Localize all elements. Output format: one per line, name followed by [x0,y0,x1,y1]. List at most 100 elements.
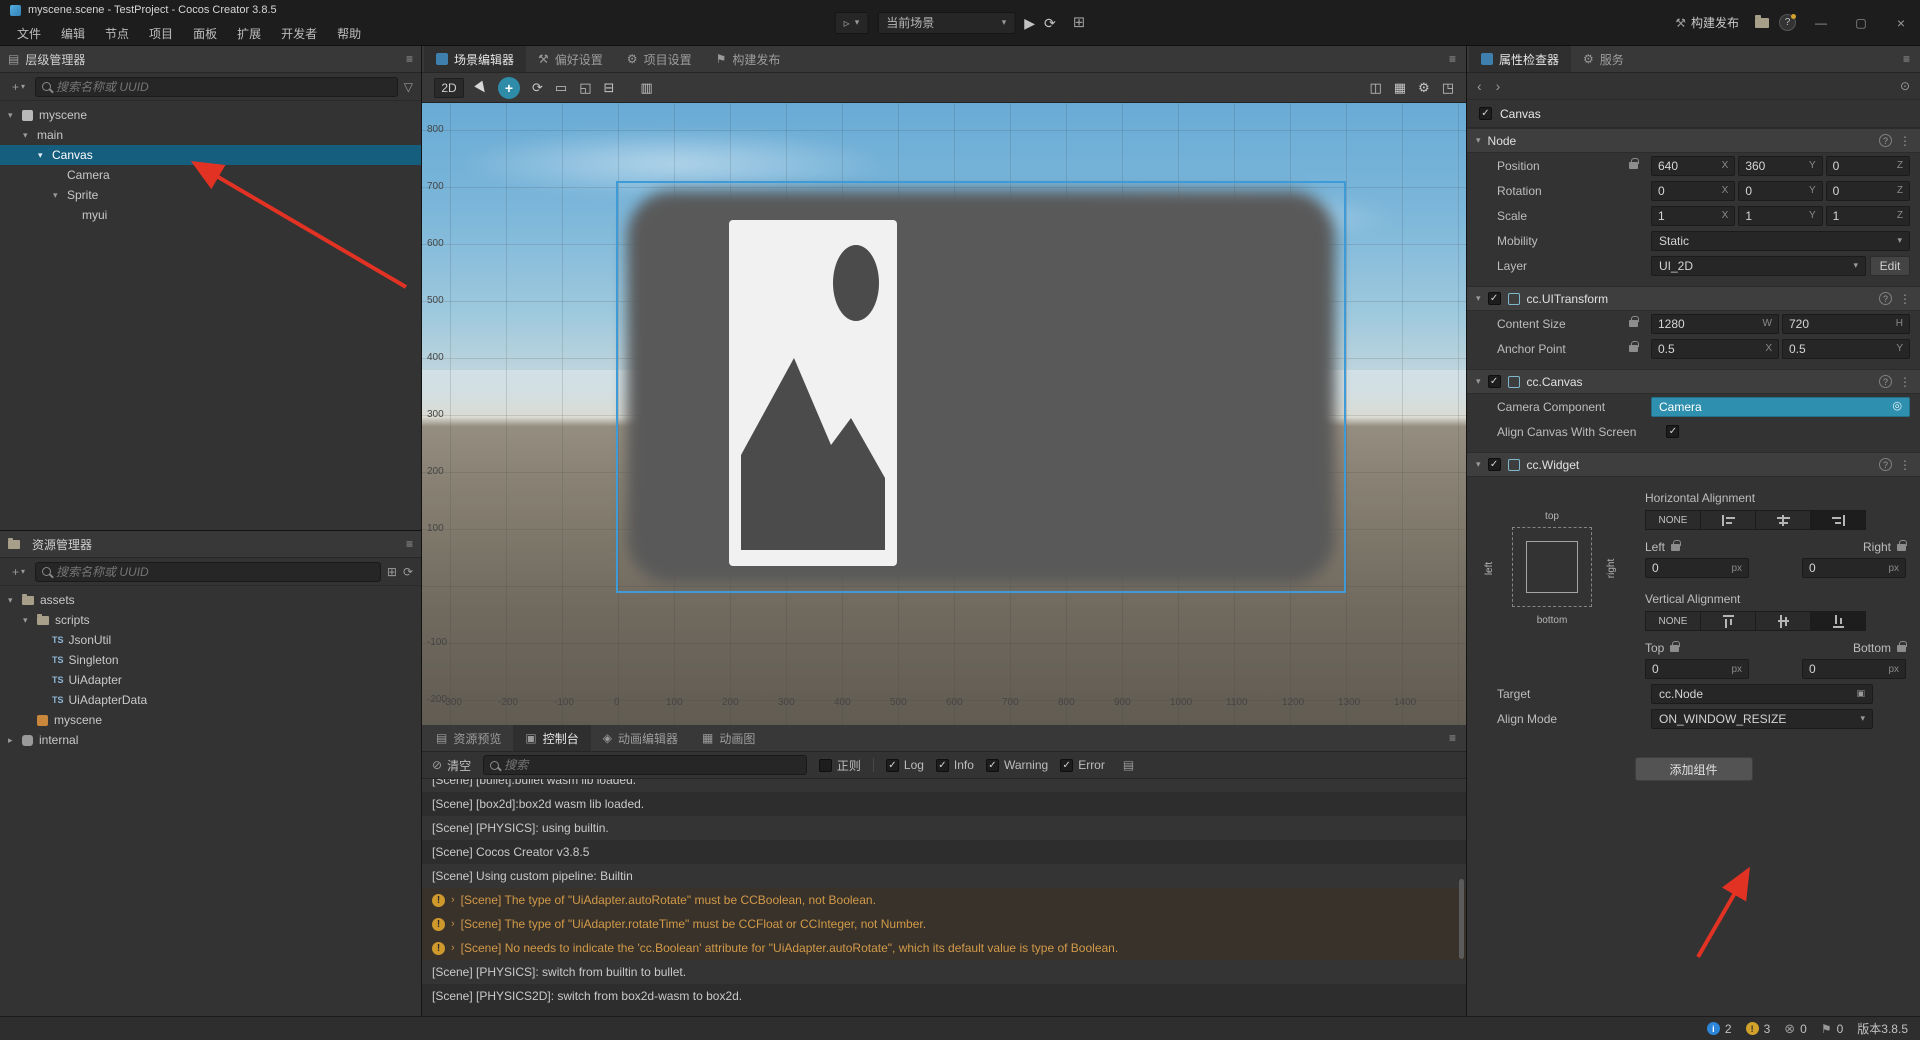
position-x-field[interactable]: 640 X [1651,155,1736,176]
content-height-field[interactable]: 720 H [1782,313,1910,334]
assets-search-input[interactable] [56,564,374,579]
widget-section-header[interactable]: cc.Widget [1467,452,1920,477]
console-scrollbar[interactable] [1459,879,1464,959]
gizmo-mode-icon[interactable] [640,81,652,94]
lock-icon[interactable] [1629,316,1639,327]
2d-toggle-button[interactable]: 2D [434,77,464,98]
tab-build-publish[interactable]: 构建发布 [704,46,793,72]
halign-left-button[interactable] [1700,510,1756,530]
layer-edit-button[interactable]: Edit [1870,255,1910,276]
reload-button[interactable] [1044,16,1056,30]
minimize-button[interactable] [1806,10,1836,36]
tab-preferences[interactable]: 偏好设置 [526,46,615,72]
scene-viewport[interactable]: 800 700 600 500 400 300 200 100 -100 -20… [422,103,1466,725]
node-section-header[interactable]: Node [1467,128,1920,153]
lock-icon[interactable] [1670,640,1680,652]
tab-animation-editor[interactable]: 动画编辑器 [591,725,690,751]
lock-icon[interactable] [1629,341,1639,352]
log-row[interactable]: [Scene] [PHYSICS]: using builtin. [422,816,1466,840]
align-mode-select[interactable]: ON_WINDOW_RESIZE [1651,708,1873,729]
log-row[interactable]: [Scene] Cocos Creator v3.8.5 [422,840,1466,864]
lock-icon[interactable] [1671,539,1681,551]
log-row[interactable]: [Scene] [bullet]:bullet wasm lib loaded. [422,779,1466,792]
lock-icon[interactable] [1897,539,1907,551]
scale-z-field[interactable]: 1Z [1825,205,1910,226]
hierarchy-filter-icon[interactable] [404,81,413,93]
caret-right-icon[interactable] [8,735,22,746]
menu-developer[interactable]: 开发者 [272,22,326,45]
snap-tool-icon[interactable] [604,81,615,94]
caret-down-icon[interactable] [23,130,37,141]
anchor-x-field[interactable]: 0.5 X [1651,338,1779,359]
kebab-menu-icon[interactable] [1899,459,1911,471]
pin-icon[interactable] [1900,80,1910,92]
tab-service[interactable]: 服务 [1571,46,1636,72]
rotation-z-field[interactable]: 0Z [1825,180,1910,201]
filter-log-checkbox[interactable]: Log [885,758,924,772]
hierarchy-node-camera[interactable]: Camera [0,165,421,185]
kebab-menu-icon[interactable] [1899,135,1911,147]
console-logs[interactable]: [Scene] [bullet]:bullet wasm lib loaded.… [422,779,1466,1016]
tab-console[interactable]: 控制台 [513,725,591,751]
scale-x-field[interactable]: 1X [1651,205,1736,226]
asset-uiadapterdata[interactable]: TS UiAdapterData [0,690,421,710]
lock-icon[interactable] [1629,158,1639,169]
expand-caret-icon[interactable] [451,888,455,912]
status-notification-item[interactable]: 0 [1821,1022,1844,1036]
menu-project[interactable]: 项目 [140,22,182,45]
caret-down-icon[interactable] [1476,460,1481,469]
add-node-button[interactable] [8,79,29,95]
scale-y-field[interactable]: 1Y [1738,205,1823,226]
caret-down-icon[interactable] [1476,294,1481,303]
menu-edit[interactable]: 编辑 [52,22,94,45]
status-warning-item[interactable]: ! 3 [1745,1022,1770,1036]
node-active-checkbox[interactable] [1479,107,1492,120]
menu-node[interactable]: 节点 [96,22,138,45]
widget-right-field[interactable]: 0 px [1802,558,1906,578]
rotation-y-field[interactable]: 0Y [1738,180,1823,201]
help-icon[interactable] [1879,375,1892,388]
fullscreen-icon[interactable] [1442,81,1454,94]
add-component-button[interactable]: 添加组件 [1634,757,1753,781]
caret-down-icon[interactable] [53,190,67,201]
scene-settings-icon[interactable] [1418,81,1430,94]
status-info-item[interactable]: i 2 [1706,1022,1732,1036]
caret-down-icon[interactable] [8,110,22,121]
log-row-warning[interactable]: [Scene] No needs to indicate the 'cc.Boo… [422,936,1466,960]
clear-console-button[interactable]: 清空 [432,757,471,774]
scale-tool-icon[interactable] [579,81,591,94]
filter-warning-checkbox[interactable]: Warning [985,758,1048,772]
lock-icon[interactable] [1897,640,1907,652]
select-tool-icon[interactable] [476,81,486,95]
asset-jsonutil[interactable]: TS JsonUtil [0,630,421,650]
rotation-x-field[interactable]: 0X [1651,180,1736,201]
kebab-menu-icon[interactable] [1899,376,1911,388]
asset-folder-assets[interactable]: assets [0,590,421,610]
valign-bottom-button[interactable] [1810,611,1866,631]
tab-project-settings[interactable]: 项目设置 [615,46,704,72]
mobility-select[interactable]: Static [1651,230,1910,251]
hierarchy-node-canvas[interactable]: Canvas [0,145,421,165]
add-asset-button[interactable] [8,564,29,580]
layout-button[interactable] [1073,15,1086,30]
help-icon[interactable] [1879,134,1892,147]
component-enabled-checkbox[interactable] [1487,375,1501,388]
scene-tabbar-menu-icon[interactable] [1449,53,1456,65]
layer-select[interactable]: UI_2D [1651,255,1866,276]
canvas-section-header[interactable]: cc.Canvas [1467,369,1920,394]
log-row[interactable]: [Scene] [PHYSICS]: switch from builtin t… [422,960,1466,984]
widget-top-field[interactable]: 0 px [1645,659,1749,679]
valign-middle-button[interactable] [1755,611,1811,631]
halign-center-button[interactable] [1755,510,1811,530]
hierarchy-node-sprite[interactable]: Sprite [0,185,421,205]
menu-extension[interactable]: 扩展 [228,22,270,45]
move-tool-icon[interactable]: + [498,76,520,99]
maximize-button[interactable] [1846,10,1876,36]
assets-refresh-icon[interactable] [403,566,413,578]
tab-scene-editor[interactable]: 场景编辑器 [424,46,527,72]
tab-asset-preview[interactable]: 资源预览 [424,725,513,751]
target-field[interactable]: cc.Node [1651,683,1873,704]
canvas-selection-outline[interactable] [616,181,1346,593]
kebab-menu-icon[interactable] [1899,293,1911,305]
filter-info-checkbox[interactable]: Info [935,758,974,772]
